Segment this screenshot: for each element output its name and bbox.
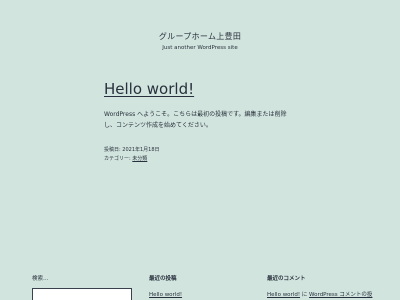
post-date-label: 投稿日: <box>104 147 121 153</box>
footer-widgets: 検索… 最近の投稿 Hello world! 最近のコメント Hello wor… <box>0 275 400 300</box>
recent-posts-widget: 最近の投稿 Hello world! <box>149 275 249 298</box>
post-article: Hello world! WordPress へようこそ。こちらは最初の投稿です… <box>104 79 304 131</box>
post-date-value: 2021年1月18日 <box>122 147 160 153</box>
site-tagline: Just another WordPress site <box>162 45 238 51</box>
post-content: WordPress へようこそ。こちらは最初の投稿です。編集または削除し、コンテ… <box>104 111 287 129</box>
recent-comment-item: Hello world! に WordPress コメントの投 <box>267 291 372 299</box>
page: グループホーム上豊田 Just another WordPress site H… <box>0 0 400 300</box>
site-header: グループホーム上豊田 Just another WordPress site <box>0 24 400 52</box>
post-category-label: カテゴリー: <box>104 156 131 162</box>
search-widget: 検索… <box>32 275 137 300</box>
post-title[interactable]: Hello world! <box>104 79 304 99</box>
comment-post-link[interactable]: Hello world! <box>267 292 300 298</box>
recent-post-link[interactable]: Hello world! <box>149 291 182 299</box>
search-label: 検索… <box>32 276 49 282</box>
post-meta: 投稿日: 2021年1月18日 カテゴリー: 未分類 <box>104 146 160 164</box>
recent-comments-heading: 最近のコメント <box>267 276 306 282</box>
post-category-link[interactable]: 未分類 <box>132 156 147 162</box>
recent-posts-heading: 最近の投稿 <box>149 276 177 282</box>
comment-connector: に <box>300 292 310 298</box>
site-title[interactable]: グループホーム上豊田 <box>159 32 241 42</box>
post-date: 投稿日: 2021年1月18日 <box>104 146 160 155</box>
comment-author-link[interactable]: WordPress コメントの投 <box>309 292 372 298</box>
search-input[interactable] <box>32 288 132 300</box>
post-category: カテゴリー: 未分類 <box>104 155 160 164</box>
recent-comments-widget: 最近のコメント Hello world! に WordPress コメントの投 <box>267 275 377 298</box>
